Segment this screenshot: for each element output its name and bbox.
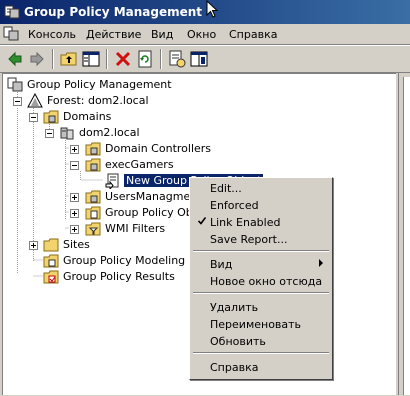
mmc-system-menu-icon[interactable] bbox=[3, 26, 19, 42]
expand-toggle[interactable] bbox=[70, 225, 79, 234]
properties-icon[interactable] bbox=[168, 50, 186, 68]
menu-item-label: Link Enabled bbox=[210, 216, 281, 229]
menu-item-label: Переименовать bbox=[210, 318, 302, 331]
ou-folder-icon bbox=[85, 190, 101, 204]
menu-separator bbox=[193, 250, 329, 252]
details-pane-edge bbox=[398, 73, 410, 395]
menu-separator bbox=[193, 292, 329, 294]
tree-label: execGamers bbox=[105, 158, 174, 171]
collapse-toggle[interactable] bbox=[70, 161, 79, 170]
menu-item-save-report[interactable]: Save Report... bbox=[192, 231, 330, 248]
tree-label: Group Policy Modeling bbox=[63, 254, 186, 267]
delete-icon[interactable] bbox=[114, 50, 132, 68]
toolbar-separator bbox=[52, 49, 54, 69]
gpmc-root-icon bbox=[7, 77, 23, 92]
forest-icon bbox=[27, 93, 43, 108]
menu-item-label: Обновить bbox=[210, 335, 266, 348]
tree-label: Group Policy Management bbox=[27, 78, 172, 91]
menu-item-enforced[interactable]: Enforced bbox=[192, 197, 330, 214]
gpmc-app-icon bbox=[4, 5, 20, 19]
domain-icon bbox=[60, 127, 74, 140]
menu-bar: Консоль Действие Вид Окно Справка bbox=[0, 24, 410, 45]
up-folder-icon[interactable] bbox=[60, 50, 78, 68]
tree-label: dom2.local bbox=[79, 126, 140, 139]
ou-folder-icon bbox=[85, 142, 101, 156]
menu-item-edit[interactable]: Edit... bbox=[192, 180, 330, 197]
tree-label: WMI Filters bbox=[105, 222, 166, 235]
gp-results-icon bbox=[43, 270, 59, 284]
menu-item-label: Enforced bbox=[210, 199, 259, 212]
checkmark-icon bbox=[198, 217, 206, 225]
back-arrow-icon[interactable] bbox=[6, 50, 24, 68]
toolbar-separator bbox=[106, 49, 108, 69]
mouse-cursor-icon bbox=[206, 0, 219, 18]
expand-toggle[interactable] bbox=[29, 241, 38, 250]
submenu-arrow-icon bbox=[319, 259, 323, 267]
context-menu: Edit... Enforced Link Enabled Save Repor… bbox=[189, 177, 333, 380]
menu-item-delete[interactable]: Удалить bbox=[192, 299, 330, 316]
menu-item-label: Удалить bbox=[210, 301, 259, 314]
tree-label: Sites bbox=[63, 238, 90, 251]
show-hide-tree-icon[interactable] bbox=[82, 50, 100, 68]
tree-label: Group Policy Results bbox=[63, 270, 175, 283]
collapse-toggle[interactable] bbox=[45, 129, 54, 138]
menu-action[interactable]: Действие bbox=[86, 28, 141, 41]
gp-modeling-icon bbox=[43, 254, 59, 268]
wmi-folder-icon bbox=[85, 222, 101, 236]
expand-toggle[interactable] bbox=[70, 209, 79, 218]
collapse-toggle[interactable] bbox=[29, 113, 38, 122]
help-icon[interactable] bbox=[190, 50, 208, 68]
toolbar bbox=[0, 45, 410, 73]
forward-arrow-icon[interactable] bbox=[28, 50, 46, 68]
menu-help[interactable]: Справка bbox=[229, 28, 277, 41]
menu-window[interactable]: Окно bbox=[187, 28, 216, 41]
refresh-icon[interactable] bbox=[136, 50, 154, 68]
menu-item-link-enabled[interactable]: Link Enabled bbox=[192, 214, 330, 231]
tree-node-gpo-folder[interactable]: Group Policy Objects bbox=[85, 205, 189, 221]
tree-label: Domains bbox=[63, 110, 112, 123]
menu-separator bbox=[193, 352, 329, 354]
details-pane[interactable] bbox=[403, 77, 410, 395]
tree-label: UsersManagment bbox=[105, 190, 202, 203]
menu-item-label: Вид bbox=[210, 258, 233, 271]
gpo-link-icon bbox=[105, 173, 119, 189]
window-title: Group Policy Management bbox=[24, 5, 203, 19]
tree-label: Forest: dom2.local bbox=[47, 94, 149, 107]
expand-toggle[interactable] bbox=[70, 145, 79, 154]
menu-item-new-window[interactable]: Новое окно отсюда bbox=[192, 273, 330, 290]
menu-view[interactable]: Вид bbox=[151, 28, 173, 41]
collapse-toggle[interactable] bbox=[13, 97, 22, 106]
ou-folder-icon bbox=[85, 158, 101, 172]
menu-item-label: Новое окно отсюда bbox=[210, 275, 323, 288]
menu-item-label: Edit... bbox=[210, 182, 242, 195]
menu-item-label: Save Report... bbox=[210, 233, 288, 246]
expand-toggle[interactable] bbox=[70, 193, 79, 202]
window-title-bar[interactable]: Group Policy Management bbox=[0, 0, 410, 24]
sites-folder-icon bbox=[43, 238, 59, 252]
menu-item-label: Справка bbox=[210, 361, 259, 374]
tree-label: Domain Controllers bbox=[105, 142, 212, 155]
toolbar-separator bbox=[160, 49, 162, 69]
menu-item-rename[interactable]: Переименовать bbox=[192, 316, 330, 333]
tree-label: Group Policy Objects bbox=[105, 206, 189, 219]
gpo-folder-icon bbox=[85, 206, 101, 220]
menu-item-help[interactable]: Справка bbox=[192, 359, 330, 376]
menu-item-view[interactable]: Вид bbox=[192, 256, 330, 273]
domains-icon bbox=[43, 110, 59, 124]
menu-console[interactable]: Консоль bbox=[28, 28, 76, 41]
menu-item-refresh[interactable]: Обновить bbox=[192, 333, 330, 350]
